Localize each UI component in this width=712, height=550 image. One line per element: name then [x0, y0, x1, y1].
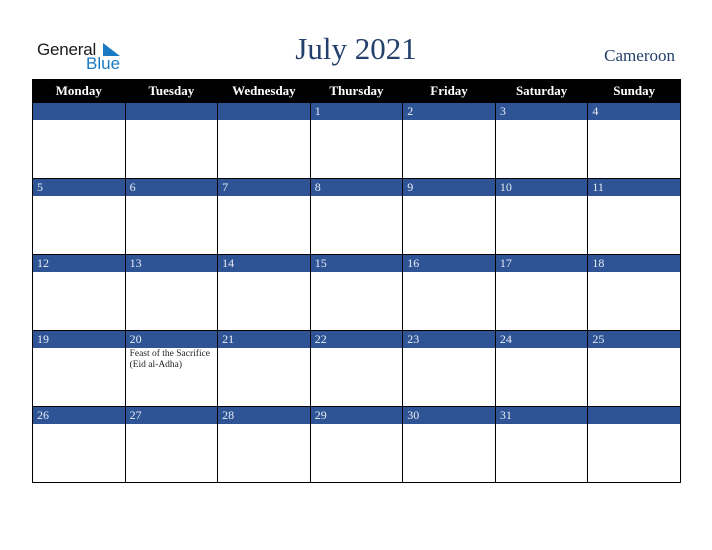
day-number: 18 — [588, 255, 680, 272]
day-cell[interactable]: 16 — [402, 254, 496, 331]
week-row: 12 13 14 15 16 17 18 — [32, 254, 681, 331]
day-number: 20 — [125, 331, 218, 348]
week-row: 1234 — [32, 102, 681, 179]
day-number: 29 — [310, 407, 403, 424]
day-number: 9 — [403, 179, 495, 196]
day-number: 1 — [310, 103, 403, 120]
day-number — [218, 103, 310, 120]
calendar-grid: Monday Tuesday Wednesday Thursday Friday… — [32, 79, 681, 483]
weekday-header-row: Monday Tuesday Wednesday Thursday Friday… — [32, 79, 681, 103]
day-number: 25 — [588, 331, 680, 348]
day-number: 21 — [218, 331, 310, 348]
day-number: 12 — [33, 255, 125, 272]
day-number: 11 — [588, 179, 680, 196]
week-row: 19 20 Feast of the Sacrifice (Eid al-Adha)… — [32, 330, 681, 407]
weekday-header: Wednesday — [217, 79, 311, 103]
day-cell[interactable]: 1 — [309, 102, 404, 179]
day-number: 5 — [33, 179, 125, 196]
country-label: Cameroon — [604, 46, 675, 65]
day-cell[interactable]: 10 — [494, 178, 589, 255]
day-cell[interactable]: 20 Feast of the Sacrifice (Eid al-Adha) — [124, 330, 219, 407]
day-cell[interactable] — [32, 102, 126, 179]
day-cell[interactable]: 27 — [124, 406, 219, 483]
day-cell[interactable]: 24 — [494, 330, 589, 407]
day-cell[interactable] — [587, 406, 681, 483]
day-number: 31 — [495, 407, 588, 424]
week-row: 26 27 28 29 30 31 — [32, 406, 681, 483]
day-cell[interactable]: 8 — [309, 178, 404, 255]
day-cell[interactable]: 12 — [32, 254, 126, 331]
day-number: 4 — [588, 103, 680, 120]
day-number: 6 — [125, 179, 218, 196]
day-cell[interactable]: 28 — [217, 406, 311, 483]
day-cell[interactable]: 22 — [309, 330, 404, 407]
day-cell[interactable]: 19 — [32, 330, 126, 407]
day-cell[interactable]: 11 — [587, 178, 681, 255]
day-cell[interactable]: 3 — [494, 102, 589, 179]
day-number — [33, 103, 125, 120]
day-cell[interactable]: 31 — [494, 406, 589, 483]
day-number — [125, 103, 218, 120]
weekday-header: Sunday — [587, 79, 681, 103]
day-cell[interactable] — [124, 102, 219, 179]
day-number: 10 — [495, 179, 588, 196]
day-number: 28 — [218, 407, 310, 424]
day-cell[interactable]: 17 — [494, 254, 589, 331]
day-number: 3 — [495, 103, 588, 120]
day-cell[interactable]: 14 — [217, 254, 311, 331]
day-cell[interactable]: 2 — [402, 102, 496, 179]
day-cell[interactable]: 6 — [124, 178, 219, 255]
day-number: 7 — [218, 179, 310, 196]
day-number: 2 — [403, 103, 495, 120]
day-number: 22 — [310, 331, 403, 348]
day-cell[interactable] — [217, 102, 311, 179]
day-number: 17 — [495, 255, 588, 272]
day-number: 26 — [33, 407, 125, 424]
holiday-event: Feast of the Sacrifice (Eid al-Adha) — [129, 349, 211, 370]
day-number: 19 — [33, 331, 125, 348]
weekday-header: Tuesday — [124, 79, 219, 103]
weekday-header: Monday — [32, 79, 126, 103]
weekday-header: Friday — [402, 79, 496, 103]
day-number: 13 — [125, 255, 218, 272]
day-number: 24 — [495, 331, 588, 348]
day-number: 30 — [403, 407, 495, 424]
day-cell[interactable]: 30 — [402, 406, 496, 483]
day-cell[interactable]: 4 — [587, 102, 681, 179]
day-cell[interactable]: 5 — [32, 178, 126, 255]
day-number: 14 — [218, 255, 310, 272]
day-number — [588, 407, 680, 424]
day-cell[interactable]: 26 — [32, 406, 126, 483]
day-cell[interactable]: 13 — [124, 254, 219, 331]
day-cell[interactable]: 7 — [217, 178, 311, 255]
week-row: 5 6 7 8 9 10 11 — [32, 178, 681, 255]
day-cell[interactable]: 9 — [402, 178, 496, 255]
day-number: 23 — [403, 331, 495, 348]
day-cell[interactable]: 18 — [587, 254, 681, 331]
weekday-header: Saturday — [494, 79, 589, 103]
day-cell[interactable]: 23 — [402, 330, 496, 407]
day-number: 8 — [310, 179, 403, 196]
day-cell[interactable]: 21 — [217, 330, 311, 407]
weekday-header: Thursday — [309, 79, 404, 103]
day-cell[interactable]: 29 — [309, 406, 404, 483]
day-cell[interactable]: 25 — [587, 330, 681, 407]
day-cell[interactable]: 15 — [309, 254, 404, 331]
day-number: 15 — [310, 255, 403, 272]
day-number: 27 — [125, 407, 218, 424]
day-number: 16 — [403, 255, 495, 272]
